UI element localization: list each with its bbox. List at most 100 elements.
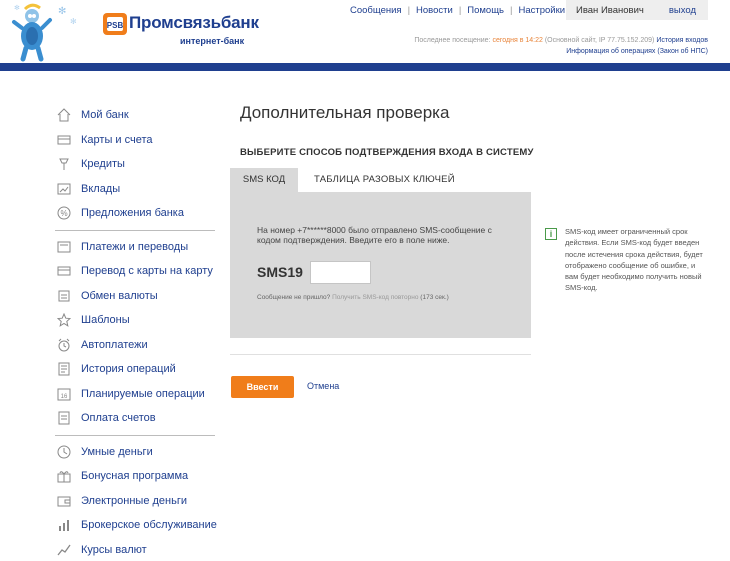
sidebar-item-label: Курсы валют bbox=[81, 543, 147, 556]
user-name: Иван Иванович bbox=[576, 5, 644, 16]
info-icon: i bbox=[545, 228, 557, 240]
sidebar-item-label: История операций bbox=[81, 363, 176, 376]
tab-key-table[interactable]: ТАБЛИЦА РАЗОВЫХ КЛЮЧЕЙ bbox=[314, 174, 455, 185]
sidebar-item-label: Платежи и переводы bbox=[81, 240, 189, 253]
sms-info-text: SMS-код имеет ограниченный срок действия… bbox=[565, 227, 703, 293]
page-title: Дополнительная проверка bbox=[240, 103, 450, 122]
header: ✻ ✻ ✻ PSB Промсвязьбанк интернет-банк Со… bbox=[0, 0, 730, 63]
nav-settings[interactable]: Настройки bbox=[512, 5, 571, 19]
sidebar-item-history[interactable]: История операций bbox=[55, 357, 217, 382]
sidebar-item-label: Шаблоны bbox=[81, 314, 130, 327]
section-subtitle: ВЫБЕРИТЕ СПОСОБ ПОДТВЕРЖДЕНИЯ ВХОДА В СИ… bbox=[240, 147, 534, 158]
last-visit-time: сегодня в 14:22 bbox=[492, 37, 543, 44]
sidebar-item-label: Оплата счетов bbox=[81, 412, 156, 425]
tab-sms-code[interactable]: SMS КОД bbox=[230, 168, 298, 192]
sidebar-item-smart-money[interactable]: Умные деньги bbox=[55, 440, 217, 465]
sidebar-item-label: Автоплатежи bbox=[81, 338, 148, 351]
credit-icon bbox=[55, 157, 73, 171]
gift-icon bbox=[55, 469, 73, 483]
sidebar-item-my-bank[interactable]: Мой банк bbox=[55, 103, 217, 128]
calendar-icon: 16 bbox=[55, 387, 73, 401]
nav-news[interactable]: Новости bbox=[410, 5, 459, 19]
nav-help[interactable]: Помощь bbox=[461, 5, 510, 19]
home-icon bbox=[55, 108, 73, 122]
sidebar-item-templates[interactable]: Шаблоны bbox=[55, 308, 217, 333]
history-icon bbox=[55, 362, 73, 376]
last-visit-label: Последнее посещение: bbox=[414, 37, 491, 44]
sidebar-item-label: Карты и счета bbox=[81, 133, 153, 146]
sidebar-item-label: Обмен валюты bbox=[81, 289, 158, 302]
resend-timer: (173 сек.) bbox=[420, 294, 449, 301]
resend-question: Сообщение не пришло? bbox=[257, 294, 331, 301]
user-box: Иван Иванович выход bbox=[566, 0, 708, 20]
sidebar-item-label: Бонусная программа bbox=[81, 470, 189, 483]
sidebar-item-autopay[interactable]: Автоплатежи bbox=[55, 333, 217, 358]
sidebar-item-offers[interactable]: % Предложения банка bbox=[55, 201, 217, 226]
sidebar-item-deposits[interactable]: Вклады bbox=[55, 177, 217, 202]
sidebar-item-exchange[interactable]: Обмен валюты bbox=[55, 284, 217, 309]
wallet-icon bbox=[55, 494, 73, 508]
sidebar-item-label: Планируемые операции bbox=[81, 387, 205, 400]
sidebar-item-label: Мой банк bbox=[81, 109, 129, 122]
sidebar-item-rates[interactable]: Курсы валют bbox=[55, 538, 217, 561]
login-history-link[interactable]: История входов bbox=[656, 37, 708, 44]
sidebar-item-label: Электронные деньги bbox=[81, 494, 188, 507]
operations-info-link[interactable]: Информация об операциях (Закон об НПС) bbox=[566, 48, 708, 55]
last-visit-info: Последнее посещение: сегодня в 14:22 (Ос… bbox=[414, 37, 708, 44]
top-nav: Сообщения | Новости | Помощь | Настройки bbox=[344, 5, 571, 19]
logout-link[interactable]: выход bbox=[669, 5, 696, 16]
sidebar-item-label: Предложения банка bbox=[81, 207, 184, 220]
sidebar-item-credits[interactable]: Кредиты bbox=[55, 152, 217, 177]
invoice-icon bbox=[55, 411, 73, 425]
exchange-icon bbox=[55, 289, 73, 303]
alarm-icon bbox=[55, 338, 73, 352]
form-divider bbox=[230, 354, 531, 355]
sidebar-item-card-transfer[interactable]: Перевод с карты на карту bbox=[55, 259, 217, 284]
svg-text:✻: ✻ bbox=[14, 4, 20, 12]
sidebar-divider bbox=[55, 434, 215, 436]
mascot-image: ✻ ✻ ✻ bbox=[12, 3, 77, 62]
sms-code-label: SMS19 bbox=[257, 264, 303, 280]
svg-text:16: 16 bbox=[61, 394, 68, 400]
deposit-icon bbox=[55, 182, 73, 196]
sidebar-divider bbox=[55, 229, 215, 231]
sidebar-item-label: Вклады bbox=[81, 182, 121, 195]
payment-icon bbox=[55, 240, 73, 254]
svg-text:PSB: PSB bbox=[107, 21, 124, 30]
sms-sent-message: На номер +7******8000 было отправлено SM… bbox=[257, 225, 492, 245]
sidebar-item-bonus[interactable]: Бонусная программа bbox=[55, 464, 217, 489]
svg-text:✻: ✻ bbox=[70, 17, 77, 26]
resend-sms-link[interactable]: Получить SMS-код повторно bbox=[332, 294, 418, 301]
card-icon bbox=[55, 133, 73, 147]
sidebar-item-label: Брокерское обслуживание bbox=[81, 519, 217, 532]
cancel-link[interactable]: Отмена bbox=[307, 381, 339, 391]
sidebar-item-payments[interactable]: Платежи и переводы bbox=[55, 235, 217, 260]
sidebar: Мой банк Карты и счета Кредиты Вклады % … bbox=[55, 103, 217, 561]
bars-icon bbox=[55, 518, 73, 532]
sms-code-input[interactable] bbox=[310, 261, 371, 284]
clock-icon bbox=[55, 445, 73, 459]
sidebar-item-planned[interactable]: 16 Планируемые операции bbox=[55, 382, 217, 407]
resend-row: Сообщение не пришло? Получить SMS-код по… bbox=[257, 294, 449, 301]
last-visit-site: (Основной сайт, IP 77.75.152.209) bbox=[544, 37, 655, 44]
submit-button[interactable]: Ввести bbox=[231, 376, 294, 398]
bank-name[interactable]: Промсвязьбанк bbox=[129, 13, 259, 33]
sidebar-item-invoices[interactable]: Оплата счетов bbox=[55, 406, 217, 431]
nav-messages[interactable]: Сообщения bbox=[344, 5, 408, 19]
sms-panel: На номер +7******8000 было отправлено SM… bbox=[230, 192, 531, 338]
star-icon bbox=[55, 313, 73, 328]
sidebar-item-emoney[interactable]: Электронные деньги bbox=[55, 489, 217, 514]
card-transfer-icon bbox=[55, 264, 73, 278]
svg-text:%: % bbox=[60, 209, 67, 218]
header-bar bbox=[0, 63, 730, 71]
trend-icon bbox=[55, 543, 73, 557]
sidebar-item-label: Перевод с карты на карту bbox=[81, 265, 213, 278]
bank-logo-icon[interactable]: PSB bbox=[103, 13, 127, 35]
sidebar-item-brokerage[interactable]: Брокерское обслуживание bbox=[55, 513, 217, 538]
percent-icon: % bbox=[55, 206, 73, 220]
sidebar-item-cards[interactable]: Карты и счета bbox=[55, 128, 217, 153]
bank-subtitle: интернет-банк bbox=[180, 36, 245, 46]
svg-text:✻: ✻ bbox=[58, 6, 66, 17]
sidebar-item-label: Кредиты bbox=[81, 158, 125, 171]
sidebar-item-label: Умные деньги bbox=[81, 445, 153, 458]
